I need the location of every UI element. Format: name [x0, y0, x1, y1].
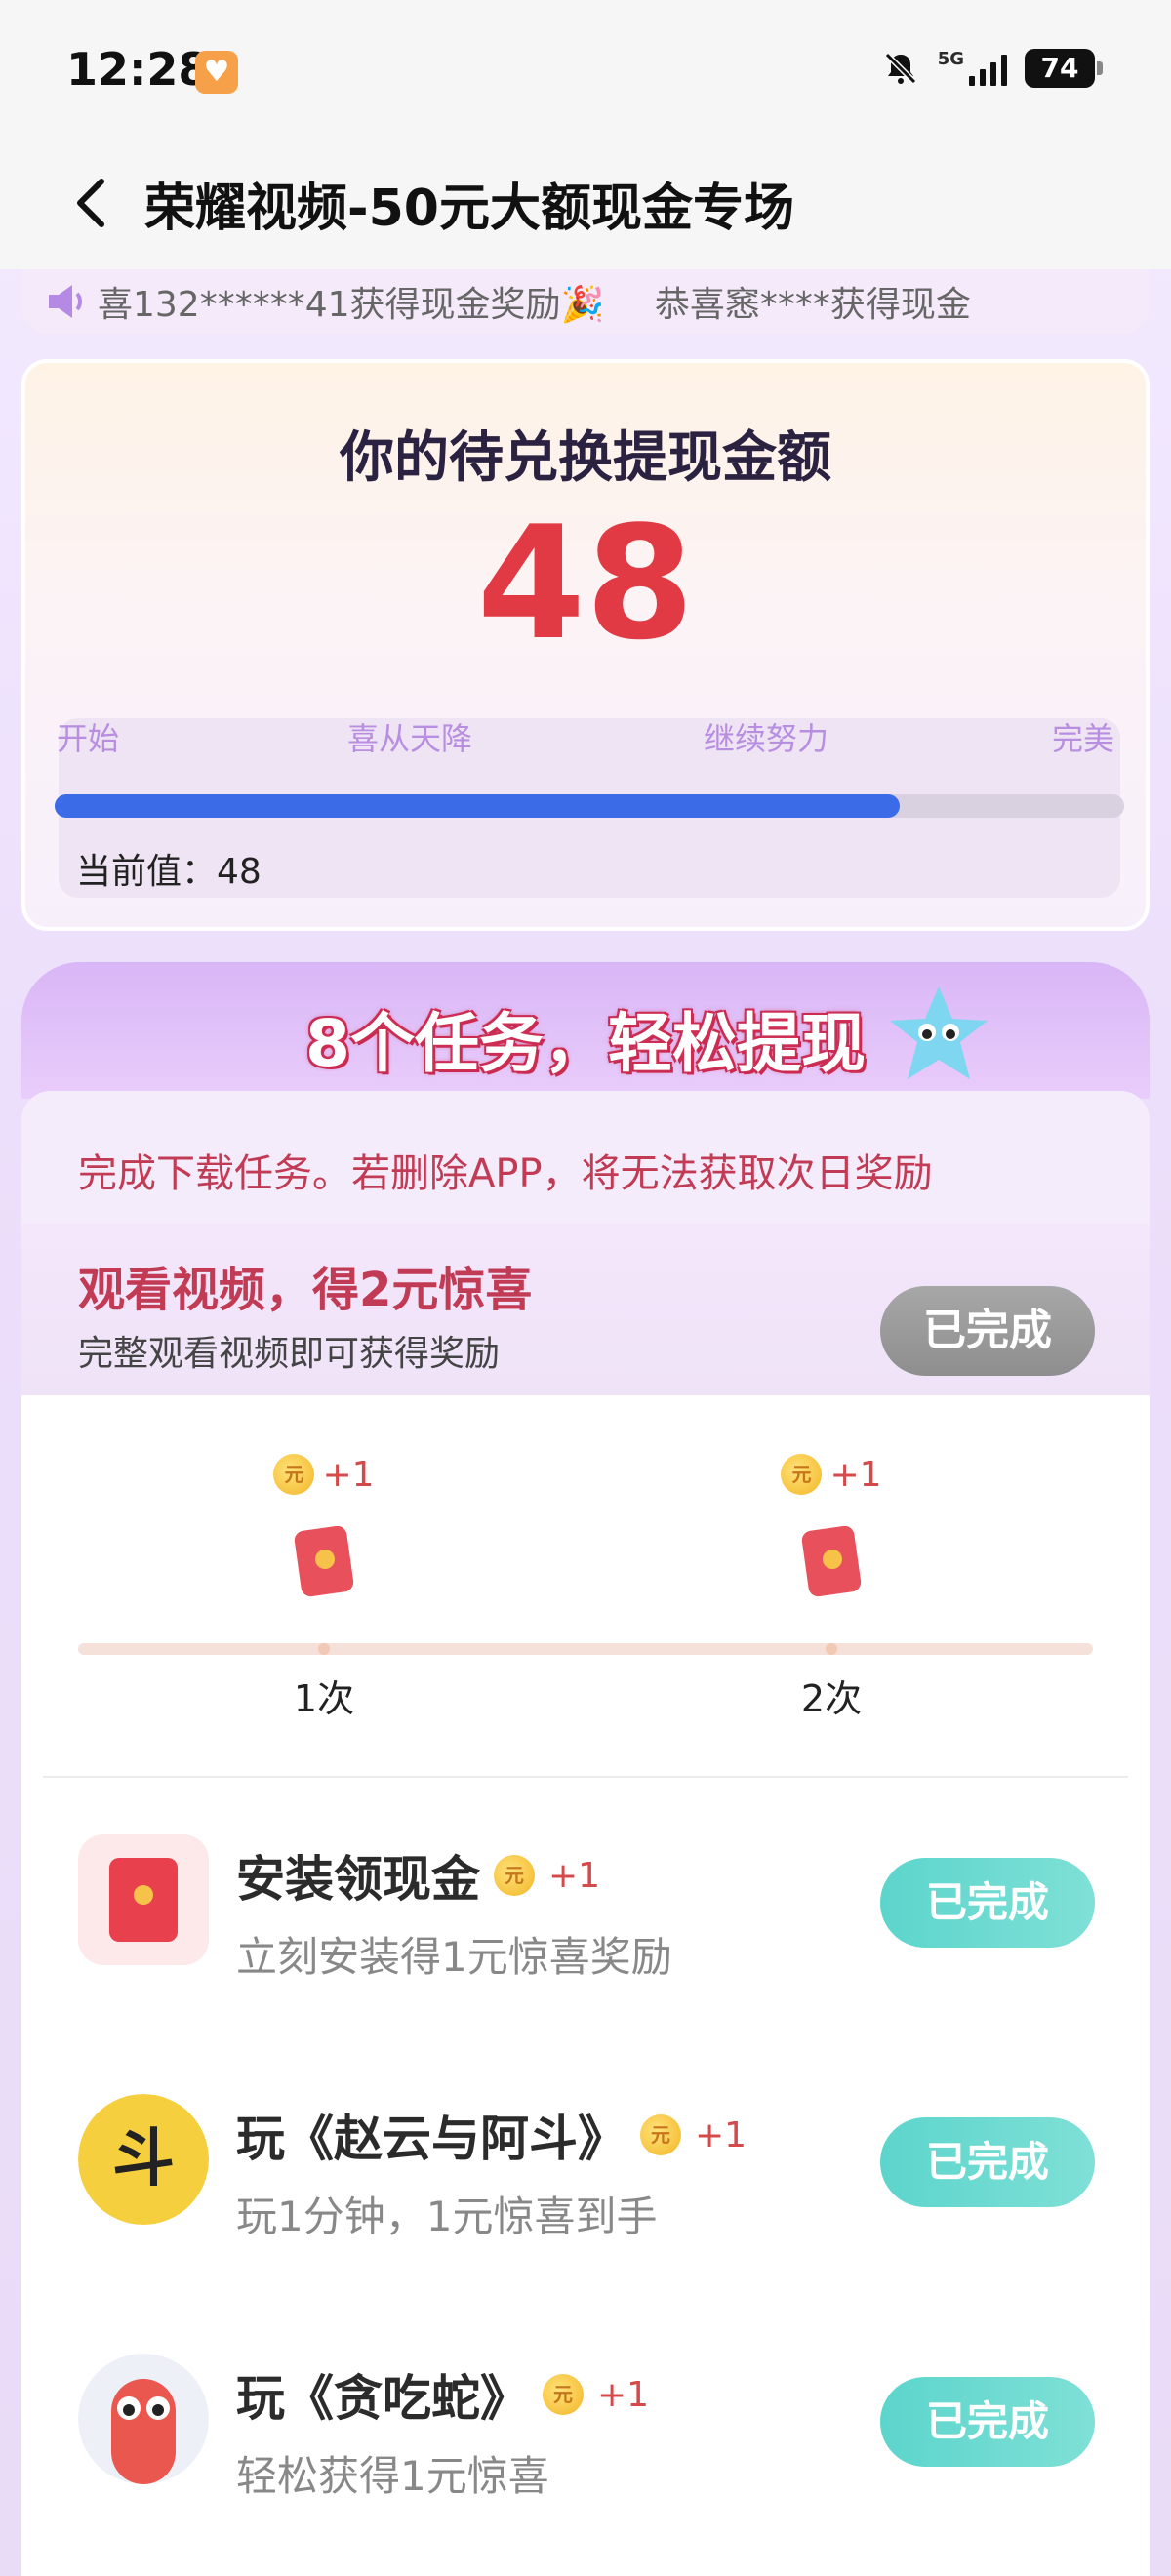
app-header: 荣耀视频-50元大额现金专场 — [0, 137, 1171, 269]
mute-bell-icon — [884, 52, 916, 85]
task-subtitle: 立刻安装得1元惊喜奖励 — [236, 1933, 672, 1981]
video-task-subtitle: 完整观看视频即可获得奖励 — [78, 1334, 501, 1374]
network-type: 5G — [937, 49, 964, 69]
task-notice: 完成下载任务。若删除APP，将无法获取次日奖励 — [21, 1091, 1150, 1228]
back-arrow-icon[interactable] — [68, 174, 115, 232]
task-zhaoyun-game: 斗 玩《赵云与阿斗》 元 +1 玩1分钟，1元惊喜到手 已完成 — [21, 2037, 1150, 2297]
task-subtitle: 轻松获得1元惊喜 — [236, 2452, 549, 2500]
page-title: 荣耀视频-50元大额现金专场 — [144, 179, 794, 238]
reward-step: 元 +1 — [265, 1454, 383, 1604]
milestone-surprise: 喜从天降 — [347, 720, 473, 757]
battery-icon: 74 — [1025, 49, 1103, 88]
speaker-icon — [49, 285, 82, 318]
coin-icon: 元 — [781, 1454, 823, 1495]
status-time: 12:28 — [66, 43, 210, 96]
task-title: 玩《赵云与阿斗》 元 +1 — [236, 2100, 747, 2170]
svg-text:斗: 斗 — [112, 2123, 175, 2195]
status-icons: 5G 74 — [881, 49, 1103, 88]
marquee-item: 恭喜窸****获得现金 — [654, 285, 971, 325]
coin-icon: 元 — [494, 1855, 535, 1896]
task-subtitle: 玩1分钟，1元惊喜到手 — [236, 2193, 658, 2240]
milestone-perfect: 完美 — [1052, 720, 1115, 757]
task-plus: +1 — [695, 2114, 747, 2155]
video-task-done-button[interactable]: 已完成 — [880, 1286, 1095, 1376]
reward-plus: +1 — [829, 1454, 882, 1495]
notice-text: 完成下载任务。若删除APP，将无法获取次日奖励 — [78, 1151, 933, 1196]
video-task-header: 观看视频，得2元惊喜 完整观看视频即可获得奖励 已完成 — [21, 1224, 1150, 1395]
snake-game-icon — [78, 2354, 209, 2484]
task-install-cash: 安装领现金 元 +1 立刻安装得1元惊喜奖励 已完成 — [21, 1778, 1150, 2037]
task-title-text: 玩《赵云与阿斗》 — [236, 2111, 626, 2167]
marquee-text: 喜132******41获得现金奖励🎉 恭喜窸****获得现金 — [98, 276, 971, 327]
zhaoyun-game-icon: 斗 — [78, 2094, 209, 2225]
battery-level: 74 — [1025, 49, 1095, 88]
progress-bar-fill — [55, 794, 900, 818]
task-snake-game: 玩《贪吃蛇》 元 +1 轻松获得1元惊喜 已完成 — [21, 2297, 1150, 2576]
heart-app-icon: ♥ — [195, 51, 238, 94]
current-value-label: 当前值：48 — [76, 852, 262, 892]
coin-icon: 元 — [273, 1454, 315, 1495]
video-reward-track: 元 +1 元 +1 1次 2次 — [21, 1395, 1150, 1778]
reward-line — [78, 1643, 1093, 1655]
task-plus: +1 — [548, 1855, 601, 1896]
step-label: 1次 — [293, 1677, 355, 1720]
coin-icon: 元 — [543, 2374, 584, 2415]
red-envelope-icon — [294, 1525, 354, 1597]
winner-marquee: 喜132******41获得现金奖励🎉 恭喜窸****获得现金 — [21, 269, 1150, 334]
status-bar: 12:28 ♥ 5G 74 — [0, 0, 1171, 137]
marquee-item: 喜132******41获得现金奖励🎉 — [98, 285, 605, 325]
red-envelope-app-icon — [78, 1834, 209, 1965]
milestone-start: 开始 — [57, 720, 120, 757]
progress-bar — [55, 794, 1124, 818]
step-dot — [318, 1643, 330, 1655]
signal-icon: 5G — [938, 51, 1007, 86]
reward-plus: +1 — [322, 1454, 375, 1495]
tasks-banner: 8个任务，轻松提现 — [21, 962, 1150, 1099]
reward-step: 元 +1 — [773, 1454, 890, 1604]
star-mascot-icon — [890, 986, 988, 1079]
video-task-title: 观看视频，得2元惊喜 — [78, 1263, 533, 1317]
amount-title: 你的待兑换提现金额 — [340, 426, 831, 490]
task-title: 玩《贪吃蛇》 元 +1 — [236, 2359, 649, 2430]
task-title: 安装领现金 元 +1 — [236, 1840, 600, 1911]
task-done-button[interactable]: 已完成 — [880, 1858, 1095, 1948]
red-envelope-icon — [801, 1525, 862, 1597]
task-done-button[interactable]: 已完成 — [880, 2117, 1095, 2207]
step-label: 2次 — [800, 1677, 863, 1720]
withdraw-amount-card: 你的待兑换提现金额 48 开始 喜从天降 继续努力 完美 当前值：48 — [21, 359, 1150, 931]
coin-icon: 元 — [640, 2114, 681, 2155]
milestone-keep-going: 继续努力 — [704, 720, 829, 757]
task-title-text: 安装领现金 — [236, 1851, 480, 1908]
amount-value: 48 — [476, 492, 695, 674]
task-title-text: 玩《贪吃蛇》 — [236, 2370, 529, 2427]
step-dot — [826, 1643, 837, 1655]
task-done-button[interactable]: 已完成 — [880, 2377, 1095, 2467]
progress-milestones: 开始 喜从天降 继续努力 完美 — [25, 714, 1153, 763]
task-plus: +1 — [597, 2374, 650, 2415]
